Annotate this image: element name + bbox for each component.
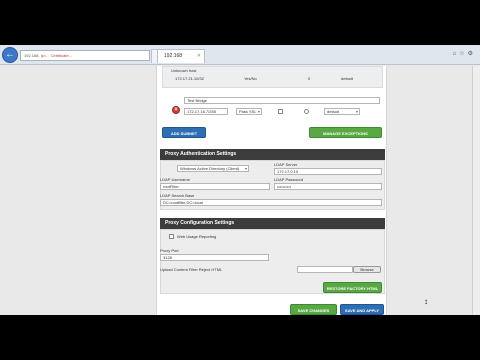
upload-file-path-input[interactable] [297,266,353,273]
toolbar-icons: ⌂☆⚙ [453,50,476,57]
subnet-mode: Yes/No [244,76,257,81]
ldap-username-input[interactable]: rootFilter [160,183,270,190]
proxy-config-header: Proxy Configuration Settings [160,218,385,229]
subnet-ip-input[interactable]: 172.17.18.7/255 [184,108,228,115]
browser-tab-2[interactable]: 192.168 ✕ [157,49,205,63]
mouse-cursor-icon: ↕ [424,297,428,306]
ldap-server-label: LDAP Server [274,162,298,167]
subnet-name-input[interactable]: Test Bridge [184,97,380,104]
browser-tab-bar: ← 192.168. ip=... Certificate... 192.168… [0,45,480,65]
restore-factory-html-button[interactable]: RESTORE FACTORY HTML [323,282,382,293]
usage-reporting-checkbox[interactable] [169,234,174,239]
back-arrow-icon[interactable]: ← [2,47,18,63]
tab-label: 192.168 [164,53,183,59]
ldap-search-base-input[interactable]: DC=rootfilter,DC=local [160,199,382,206]
save-changes-button[interactable]: SAVE CHANGES [290,304,337,315]
usage-reporting-label: Web Usage Reporting [177,234,217,239]
gear-icon[interactable]: ⚙ [468,51,476,57]
manage-exceptions-button[interactable]: MANAGE EXCEPTIONS [309,127,382,138]
ldap-search-base-label: LDAP Search Base [160,193,195,198]
delete-subnet-icon[interactable]: × [172,106,180,114]
subnet-count: 0 [308,76,311,81]
upload-html-label: Upload Content Filter Reject HTML [160,267,223,272]
ldap-username-label: LDAP Username [160,177,190,182]
save-and-apply-button[interactable]: SAVE AND APPLY [340,304,384,315]
browse-button[interactable]: Browse [353,266,381,273]
subnet-group: default [341,76,354,81]
ldap-password-input[interactable]: •••••••••• [274,183,382,190]
proxy-auth-header: Proxy Authentication Settings [160,149,385,160]
subnet-top-label: Unknown host [171,68,197,73]
settings-page: Unknown host 172.17.21.10/32 Yes/No 0 de… [156,66,387,315]
page-scrollbar[interactable] [472,66,480,315]
close-tab-icon[interactable]: ✕ [197,50,201,63]
add-subnet-button[interactable]: ADD SUBNET [162,127,206,138]
subnet-checkbox[interactable] [278,109,283,114]
subnet-radio[interactable] [304,109,309,114]
star-icon[interactable]: ☆ [459,51,467,57]
address-bar[interactable]: 192.168. ip=... Certificate... [20,50,150,61]
subnet-mode-select[interactable]: Pass SSL [236,108,262,115]
proxy-port-label: Proxy Port [160,248,179,253]
address-host: 192.168. [24,53,40,58]
proxy-port-input[interactable]: 3128 [160,254,269,261]
address-rest: ip=... Certificate... [40,53,72,58]
subnet-group-select[interactable]: default [324,108,360,115]
ldap-password-label: LDAP Password [274,177,304,182]
browser-window: ← 192.168. ip=... Certificate... 192.168… [0,45,480,315]
directory-type-select[interactable]: Windows Active Directory (Client) [177,165,249,172]
ldap-server-input[interactable]: 172.17.0.10 [274,168,382,175]
subnet-ip: 172.17.21.10/32 [175,76,204,81]
